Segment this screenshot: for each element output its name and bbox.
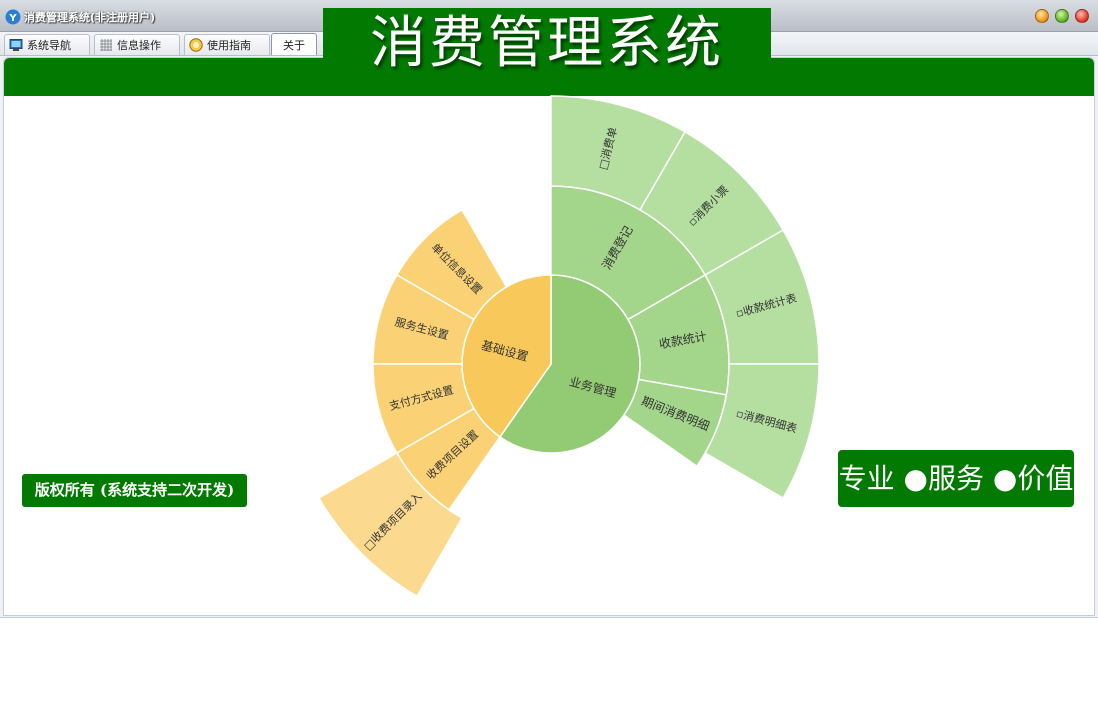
main-title-banner: 消费管理系统 (323, 8, 771, 80)
module-sunburst: 基础设置业务管理单位信息设置服务生设置支付方式设置收费项目设置消费登记收款统计期… (317, 95, 820, 598)
slogan-badge: 专业 ●服务 ●价值 (838, 450, 1074, 507)
main-title: 消费管理系统 (370, 11, 724, 76)
copyright-badge: 版权所有 (系统支持二次开发) (22, 474, 247, 507)
